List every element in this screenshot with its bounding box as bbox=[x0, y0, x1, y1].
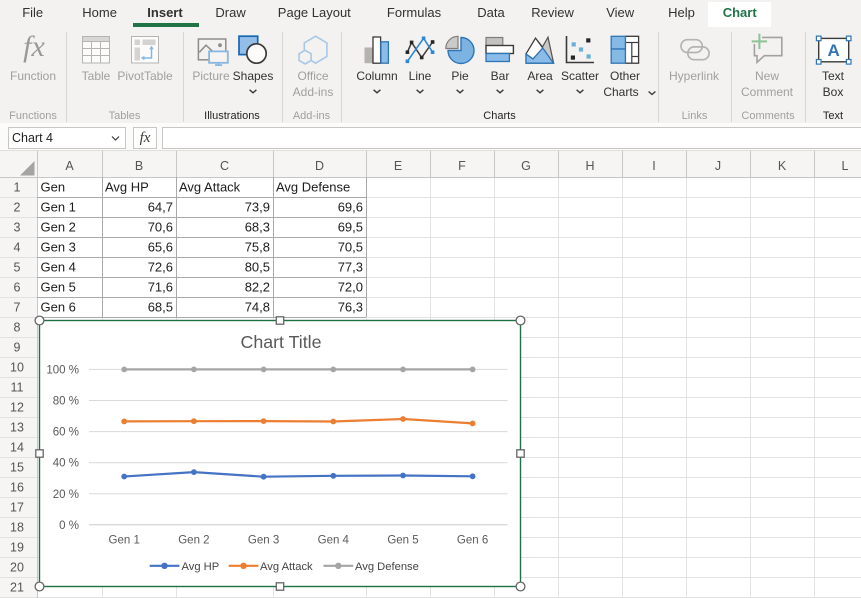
svg-text:2: 2 bbox=[14, 201, 21, 215]
svg-text:Avg HP: Avg HP bbox=[182, 561, 220, 573]
svg-text:20 %: 20 % bbox=[53, 489, 79, 501]
svg-text:Gen 2: Gen 2 bbox=[178, 535, 209, 547]
svg-text:Gen 1: Gen 1 bbox=[41, 200, 76, 215]
svg-text:Chart Title: Chart Title bbox=[240, 332, 321, 352]
svg-text:72,6: 72,6 bbox=[148, 260, 173, 275]
svg-text:80 %: 80 % bbox=[53, 396, 79, 408]
svg-text:74,8: 74,8 bbox=[245, 300, 270, 315]
svg-text:72,0: 72,0 bbox=[338, 280, 363, 295]
svg-text:20: 20 bbox=[10, 561, 24, 575]
svg-text:18: 18 bbox=[10, 521, 24, 535]
svg-text:68,3: 68,3 bbox=[245, 220, 270, 235]
svg-text:15: 15 bbox=[10, 461, 24, 475]
svg-text:70,5: 70,5 bbox=[338, 240, 363, 255]
svg-text:70,6: 70,6 bbox=[148, 220, 173, 235]
svg-text:76,3: 76,3 bbox=[338, 300, 363, 315]
svg-text:H: H bbox=[585, 159, 594, 173]
svg-text:4: 4 bbox=[14, 241, 21, 255]
svg-text:Gen 3: Gen 3 bbox=[41, 240, 76, 255]
svg-text:16: 16 bbox=[10, 481, 24, 495]
svg-text:Avg Attack: Avg Attack bbox=[179, 180, 241, 195]
svg-text:3: 3 bbox=[14, 221, 21, 235]
svg-text:73,9: 73,9 bbox=[245, 200, 270, 215]
svg-text:Gen 5: Gen 5 bbox=[41, 280, 76, 295]
svg-text:71,6: 71,6 bbox=[148, 280, 173, 295]
svg-text:Gen 6: Gen 6 bbox=[457, 535, 488, 547]
svg-text:14: 14 bbox=[10, 441, 24, 455]
svg-text:17: 17 bbox=[10, 501, 24, 515]
svg-text:10: 10 bbox=[10, 361, 24, 375]
svg-text:69,5: 69,5 bbox=[338, 220, 363, 235]
svg-text:12: 12 bbox=[10, 401, 24, 415]
svg-text:C: C bbox=[220, 159, 229, 173]
svg-text:0 %: 0 % bbox=[59, 520, 79, 532]
svg-text:Avg Attack: Avg Attack bbox=[260, 561, 313, 573]
svg-text:5: 5 bbox=[14, 261, 21, 275]
svg-text:77,3: 77,3 bbox=[338, 260, 363, 275]
svg-text:B: B bbox=[135, 159, 143, 173]
svg-text:11: 11 bbox=[11, 381, 24, 395]
svg-text:Avg Defense: Avg Defense bbox=[276, 180, 350, 195]
svg-text:75,8: 75,8 bbox=[245, 240, 270, 255]
svg-text:1: 1 bbox=[14, 181, 21, 195]
svg-text:Gen 4: Gen 4 bbox=[41, 260, 76, 275]
svg-text:100 %: 100 % bbox=[46, 364, 79, 376]
svg-text:65,6: 65,6 bbox=[148, 240, 173, 255]
svg-text:82,2: 82,2 bbox=[245, 280, 270, 295]
svg-text:Gen 6: Gen 6 bbox=[41, 300, 76, 315]
svg-text:Gen: Gen bbox=[41, 180, 66, 195]
svg-text:F: F bbox=[458, 159, 466, 173]
svg-text:G: G bbox=[521, 159, 531, 173]
svg-text:69,6: 69,6 bbox=[338, 200, 363, 215]
svg-text:21: 21 bbox=[10, 581, 24, 595]
svg-text:7: 7 bbox=[14, 301, 21, 315]
svg-text:Avg HP: Avg HP bbox=[105, 180, 149, 195]
svg-text:64,7: 64,7 bbox=[148, 200, 173, 215]
svg-text:60 %: 60 % bbox=[53, 427, 79, 439]
svg-text:40 %: 40 % bbox=[53, 458, 79, 470]
svg-text:Gen 2: Gen 2 bbox=[41, 220, 76, 235]
svg-text:Avg Defense: Avg Defense bbox=[355, 561, 419, 573]
svg-text:13: 13 bbox=[10, 421, 24, 435]
svg-text:9: 9 bbox=[14, 341, 21, 355]
svg-text:L: L bbox=[842, 159, 849, 173]
svg-text:D: D bbox=[315, 159, 324, 173]
svg-text:E: E bbox=[394, 159, 402, 173]
svg-text:68,5: 68,5 bbox=[148, 300, 173, 315]
svg-text:Gen 3: Gen 3 bbox=[248, 535, 279, 547]
svg-text:Gen 1: Gen 1 bbox=[109, 535, 140, 547]
svg-text:19: 19 bbox=[10, 541, 24, 555]
svg-text:I: I bbox=[652, 159, 655, 173]
svg-text:80,5: 80,5 bbox=[245, 260, 270, 275]
svg-text:Gen 5: Gen 5 bbox=[387, 535, 418, 547]
svg-text:8: 8 bbox=[14, 321, 21, 335]
svg-text:6: 6 bbox=[14, 281, 21, 295]
svg-text:J: J bbox=[715, 159, 721, 173]
svg-text:Gen 4: Gen 4 bbox=[318, 535, 350, 547]
svg-text:A: A bbox=[828, 41, 840, 60]
svg-text:K: K bbox=[778, 159, 787, 173]
svg-text:A: A bbox=[65, 159, 74, 173]
